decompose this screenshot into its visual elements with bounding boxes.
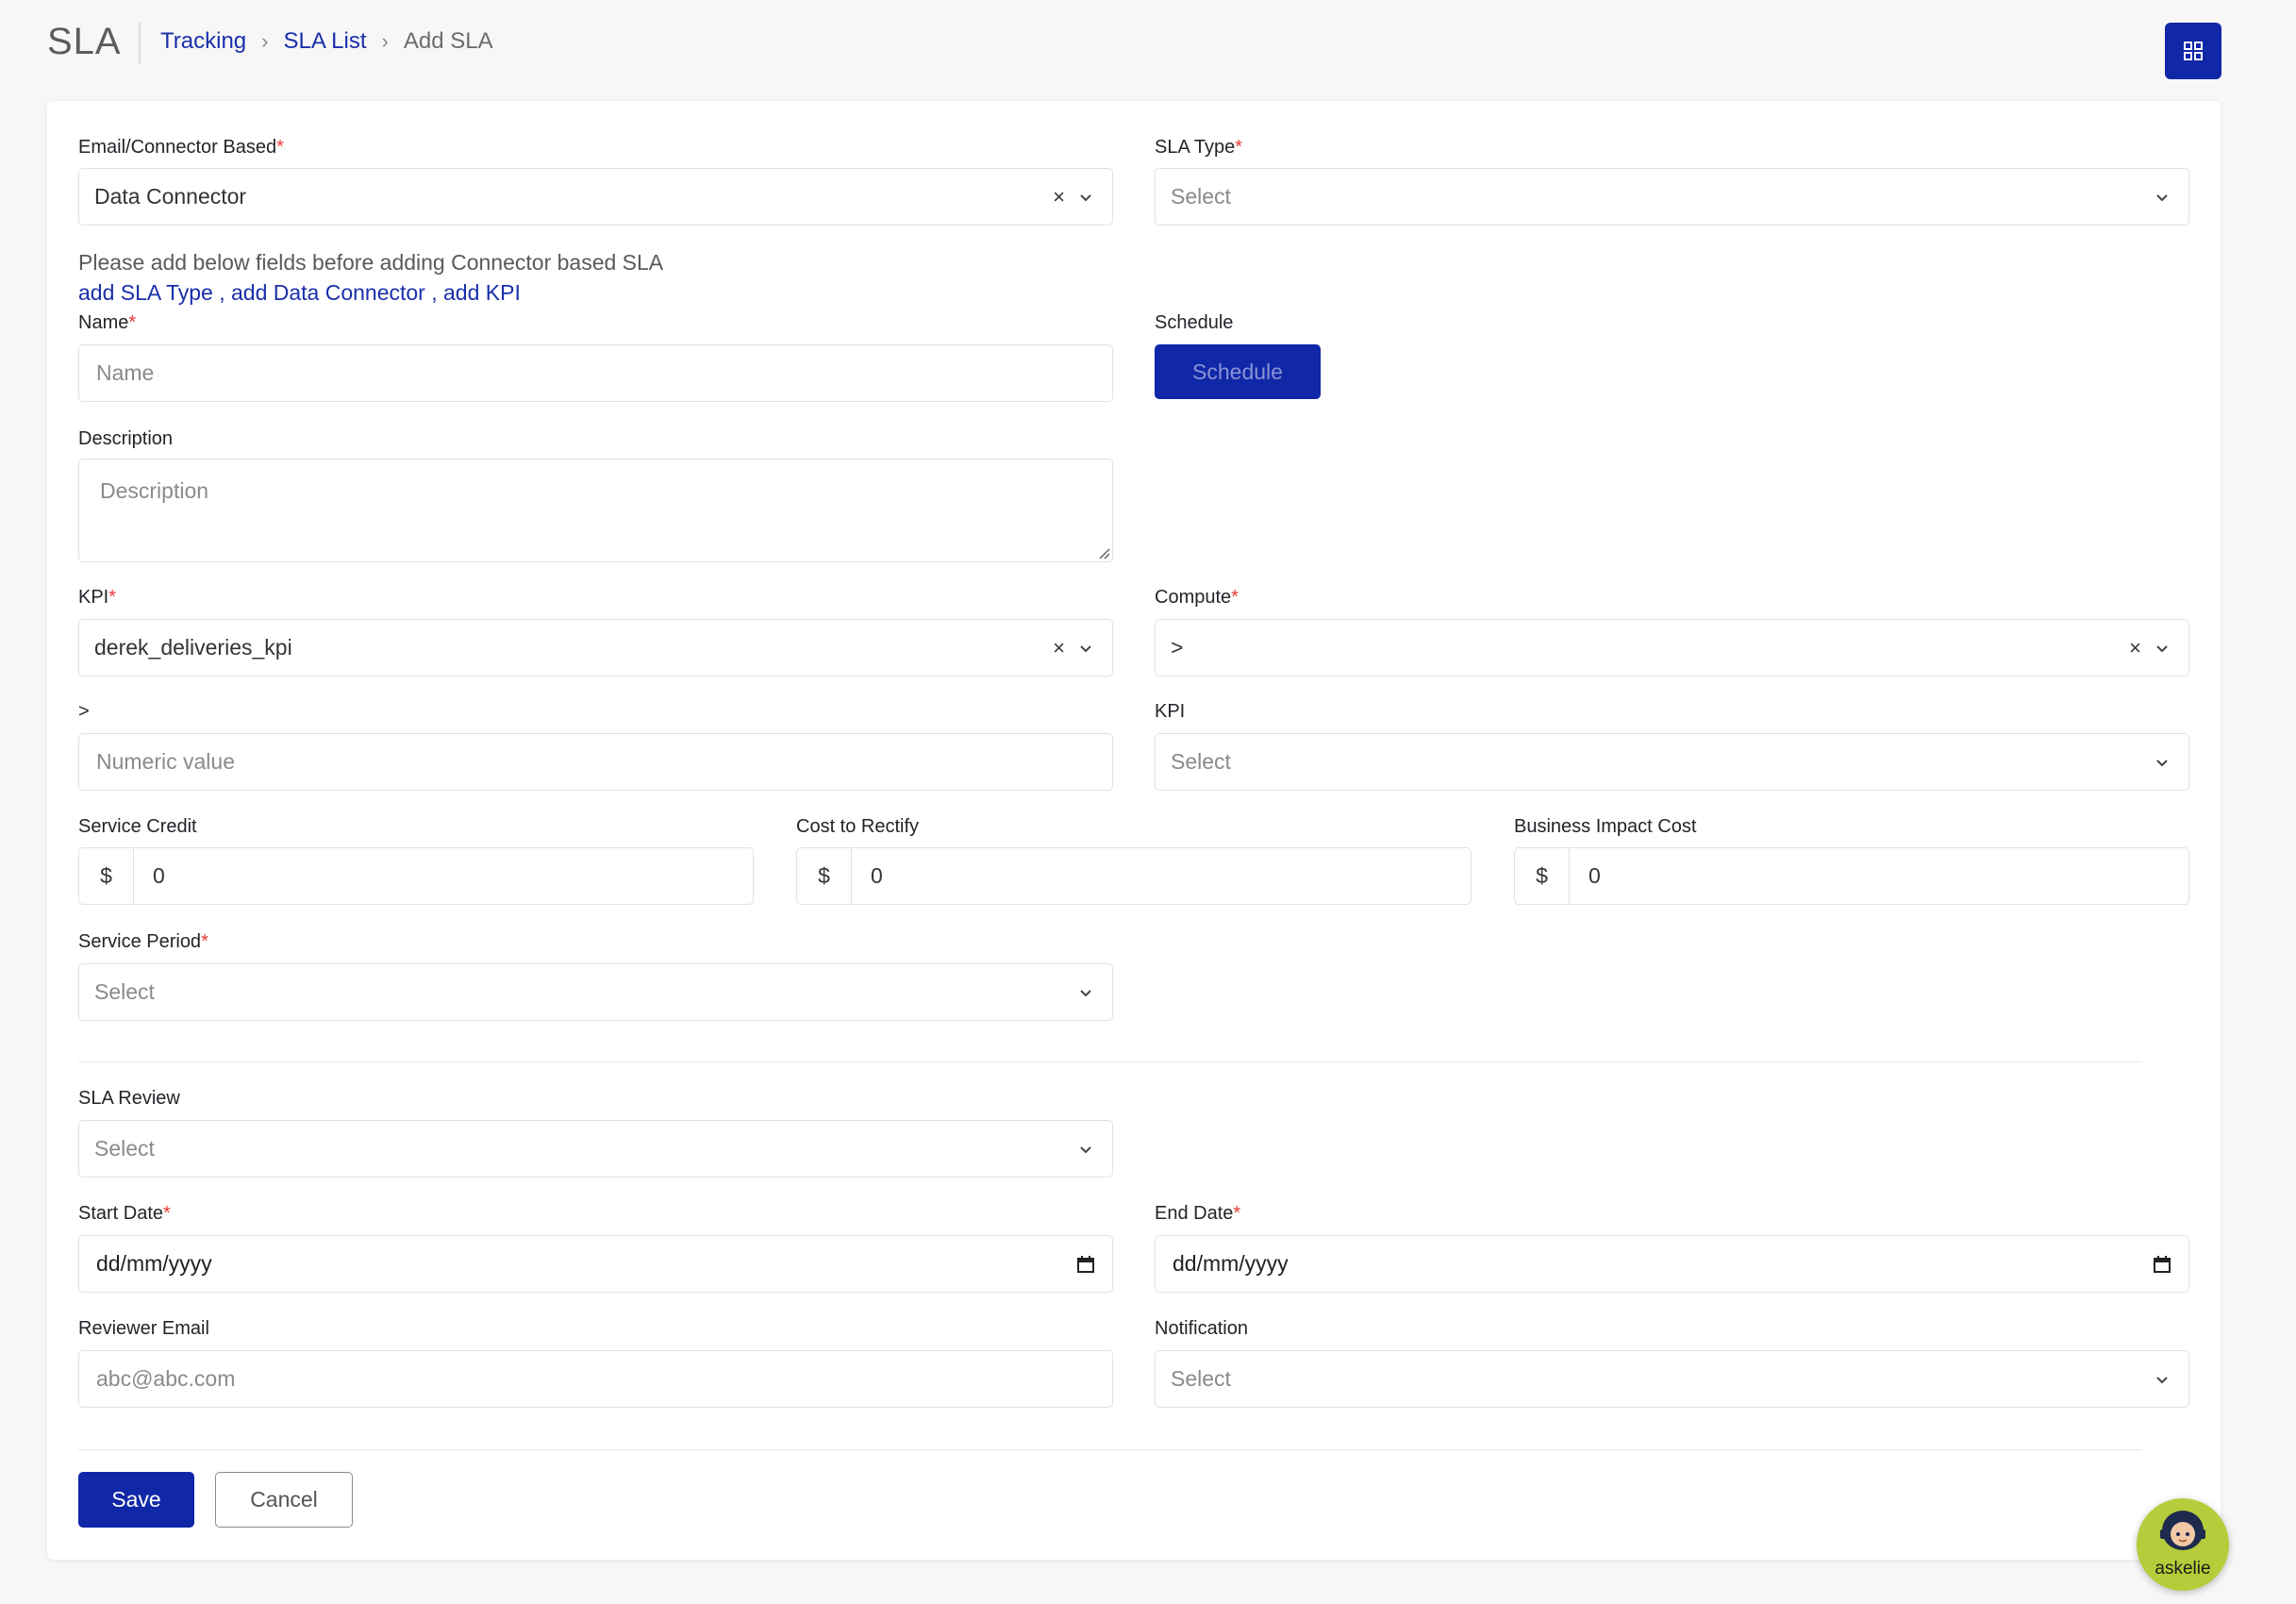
calendar-icon[interactable] [1076, 1255, 1095, 1274]
sla-type-select[interactable]: Select [1155, 168, 2189, 226]
chevron-down-icon [1080, 193, 1091, 201]
sla-review-placeholder: Select [94, 1136, 155, 1161]
assistant-label: askelie [2155, 1559, 2211, 1579]
top-bar: SLA Tracking › SLA List › Add SLA [0, 0, 2296, 94]
reviewer-email-label: Reviewer Email [78, 1318, 209, 1339]
add-kpi-link[interactable]: add KPI [443, 280, 521, 305]
kpi-value: derek_deliveries_kpi [94, 635, 292, 660]
chevron-down-icon [2156, 644, 2168, 652]
email-connector-select[interactable]: Data Connector × [78, 168, 1113, 226]
email-connector-label: Email/Connector Based* [78, 137, 284, 158]
currency-prefix: $ [1515, 848, 1570, 904]
chevron-right-icon: › [381, 29, 389, 53]
name-label: Name* [78, 312, 137, 333]
breadcrumb-sla-list[interactable]: SLA List [283, 28, 366, 55]
end-date-value: dd/mm/yyyy [1173, 1251, 1289, 1276]
apps-grid-button[interactable] [2165, 23, 2221, 79]
breadcrumb-current: Add SLA [403, 28, 493, 54]
breadcrumb-tracking[interactable]: Tracking [160, 28, 246, 55]
description-placeholder: Description [100, 478, 209, 503]
add-data-connector-link[interactable]: add Data Connector [231, 280, 425, 305]
section-divider [78, 1061, 2142, 1062]
threshold-input[interactable]: Numeric value [78, 733, 1113, 791]
service-period-placeholder: Select [94, 979, 155, 1004]
threshold-label: > [78, 701, 90, 722]
business-impact-field[interactable]: $ 0 [1514, 847, 2189, 905]
schedule-label: Schedule [1155, 312, 1234, 333]
start-date-label: Start Date* [78, 1203, 171, 1224]
compute-select[interactable]: > × [1155, 619, 2189, 677]
cancel-button[interactable]: Cancel [215, 1472, 353, 1528]
compute-value: > [1171, 635, 1184, 660]
grid-icon [2184, 42, 2203, 60]
compute-label: Compute* [1155, 587, 1239, 608]
business-impact-input[interactable]: 0 [1570, 848, 2188, 904]
service-credit-label: Service Credit [78, 816, 197, 837]
cost-to-rectify-input[interactable]: 0 [852, 848, 1471, 904]
sla-type-label: SLA Type* [1155, 137, 1243, 158]
end-date-label: End Date* [1155, 1203, 1241, 1224]
chevron-down-icon [1080, 1145, 1091, 1153]
currency-prefix: $ [797, 848, 852, 904]
breadcrumb: Tracking › SLA List › Add SLA [160, 28, 493, 55]
notification-select[interactable]: Select [1155, 1350, 2189, 1408]
actions-divider [78, 1449, 2142, 1450]
calendar-icon[interactable] [2153, 1255, 2171, 1274]
clear-icon[interactable]: × [2129, 637, 2141, 659]
name-input[interactable]: Name [78, 344, 1113, 402]
add-sla-type-link[interactable]: add SLA Type [78, 280, 213, 305]
currency-prefix: $ [79, 848, 134, 904]
start-date-value: dd/mm/yyyy [96, 1251, 212, 1276]
threshold-placeholder: Numeric value [96, 749, 235, 774]
clear-icon[interactable]: × [1053, 186, 1065, 208]
service-credit-input[interactable]: 0 [134, 848, 753, 904]
notification-placeholder: Select [1171, 1366, 1231, 1391]
service-period-label: Service Period* [78, 931, 208, 952]
assistant-chat-button[interactable]: askelie [2137, 1498, 2229, 1591]
setup-links: add SLA Type , add Data Connector , add … [78, 280, 521, 305]
chevron-down-icon [2156, 759, 2168, 766]
end-date-input[interactable]: dd/mm/yyyy [1155, 1235, 2189, 1293]
description-label: Description [78, 428, 174, 449]
chevron-down-icon [2156, 193, 2168, 201]
sla-review-label: SLA Review [78, 1088, 180, 1109]
chevron-down-icon [2156, 1376, 2168, 1383]
clear-icon[interactable]: × [1053, 637, 1065, 659]
sla-type-placeholder: Select [1171, 184, 1231, 209]
name-placeholder: Name [96, 360, 155, 385]
business-impact-label: Business Impact Cost [1514, 816, 1697, 837]
schedule-button[interactable]: Schedule [1155, 344, 1321, 399]
description-textarea[interactable]: Description [78, 459, 1113, 562]
chevron-down-icon [1080, 989, 1091, 996]
save-button[interactable]: Save [78, 1472, 194, 1528]
email-connector-value: Data Connector [94, 184, 247, 209]
service-credit-field[interactable]: $ 0 [78, 847, 754, 905]
reviewer-email-input[interactable]: abc@abc.com [78, 1350, 1113, 1408]
assistant-avatar-icon [2160, 1511, 2205, 1550]
chevron-right-icon: › [261, 29, 269, 53]
cost-to-rectify-field[interactable]: $ 0 [796, 847, 1472, 905]
kpi2-placeholder: Select [1171, 749, 1231, 774]
connector-note: Please add below fields before adding Co… [78, 250, 664, 275]
kpi-select[interactable]: derek_deliveries_kpi × [78, 619, 1113, 677]
notification-label: Notification [1155, 1318, 1248, 1339]
chevron-down-icon [1080, 644, 1091, 652]
sla-review-select[interactable]: Select [78, 1120, 1113, 1178]
kpi-label: KPI* [78, 587, 117, 608]
app-title: SLA [47, 21, 122, 62]
resize-grip-icon[interactable] [1097, 546, 1110, 560]
kpi2-select[interactable]: Select [1155, 733, 2189, 791]
service-period-select[interactable]: Select [78, 963, 1113, 1021]
cost-to-rectify-label: Cost to Rectify [796, 816, 920, 837]
kpi2-label: KPI [1155, 701, 1186, 722]
title-divider [139, 23, 141, 64]
reviewer-email-placeholder: abc@abc.com [96, 1366, 236, 1391]
start-date-input[interactable]: dd/mm/yyyy [78, 1235, 1113, 1293]
form-card: Email/Connector Based* Data Connector × … [47, 101, 2221, 1560]
